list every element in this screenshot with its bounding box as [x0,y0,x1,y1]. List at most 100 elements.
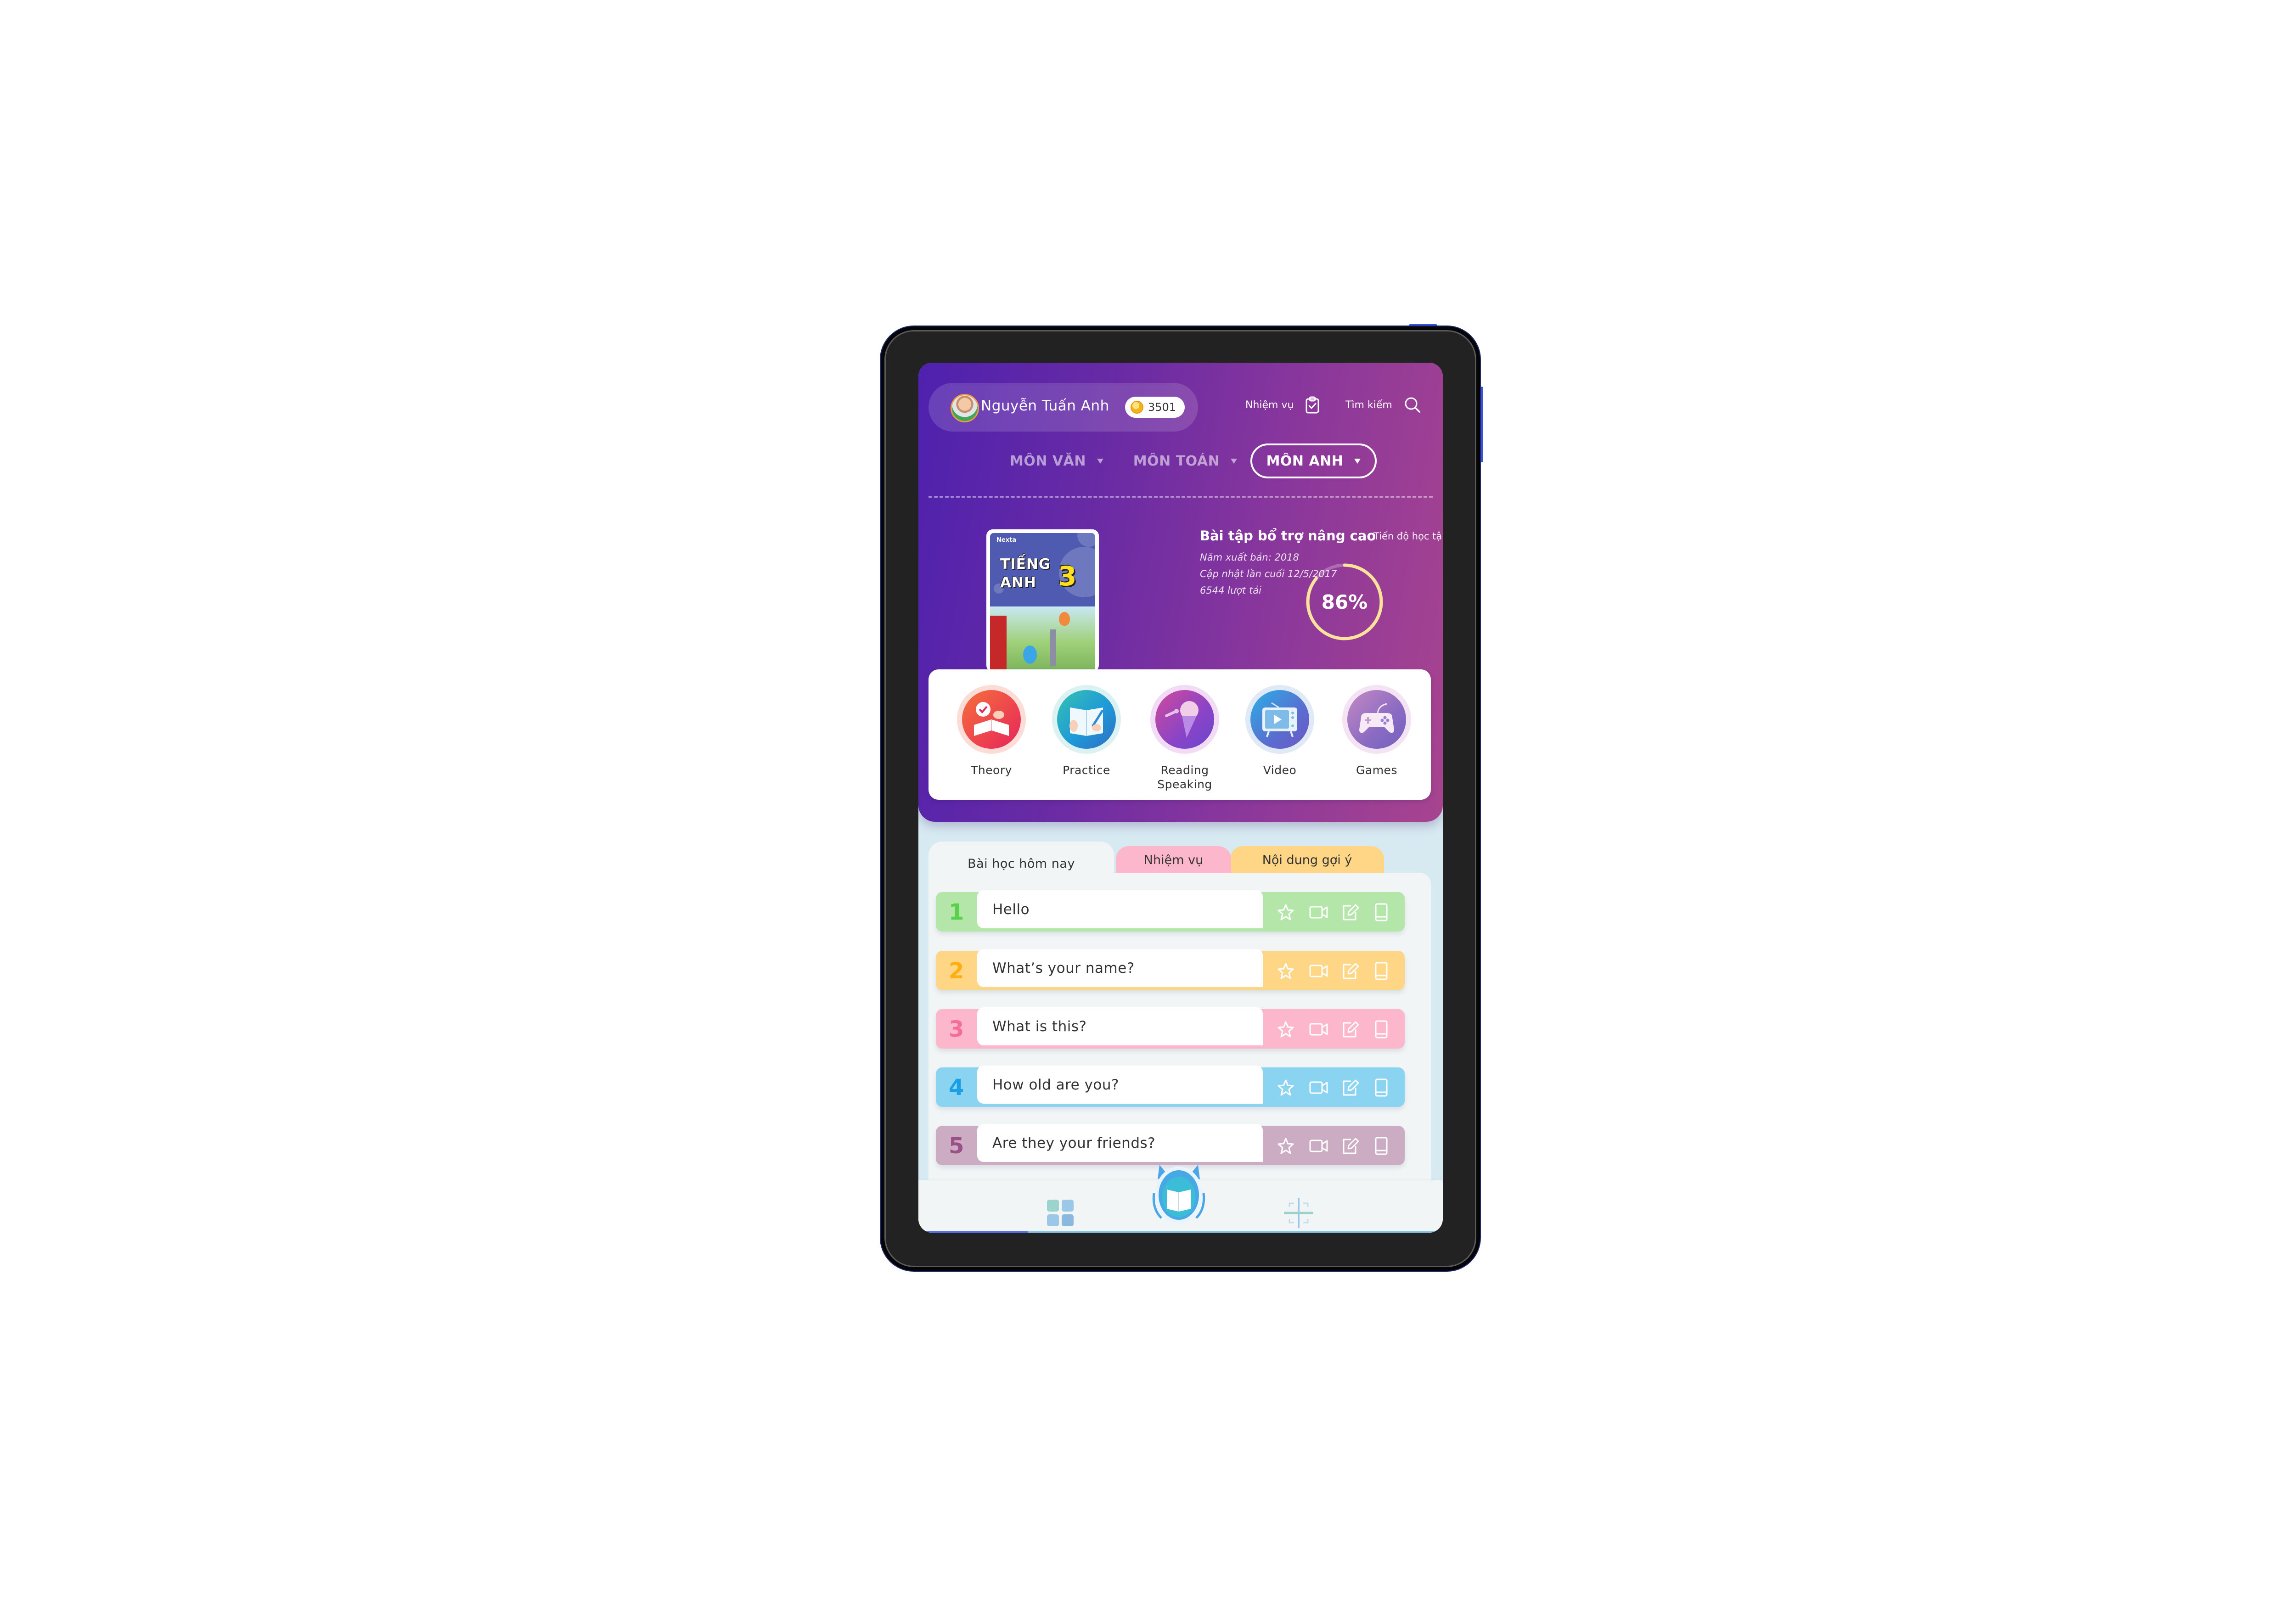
subject-tabs: MÔN VĂN MÔN TOÁN MÔN ANH [918,443,1443,478]
lesson-number: 3 [949,1016,964,1042]
star-icon[interactable] [1277,1136,1295,1156]
star-icon[interactable] [1277,961,1295,981]
star-icon[interactable] [1277,1019,1295,1039]
lesson-row[interactable]: 3 What is this? [936,1007,1405,1049]
tab-today-lessons[interactable]: Bài học hôm nay [929,842,1114,897]
mascot-book-icon[interactable] [1150,1159,1207,1228]
book-icon[interactable] [1373,1078,1391,1098]
book-cover-top: Nexta TIẾNG ANH 3 [990,533,1095,606]
user-profile[interactable]: Nguyễn Tuấn Anh 3501 [929,383,1198,432]
book-grade: 3 [1058,561,1077,592]
lesson-title[interactable]: What is this? [977,1007,1263,1045]
tasks-label: Nhiệm vụ [1245,399,1294,411]
book-icon[interactable] [1373,961,1391,981]
bottom-nav [918,1165,1443,1233]
user-avatar[interactable] [951,394,979,422]
book-cover-title-line2: ANH [1000,574,1036,591]
caret-down-icon [1231,458,1238,464]
practice-notebook-icon [1057,690,1116,749]
progress-indicator [918,1231,1028,1233]
lesson-actions [1277,1078,1391,1098]
lesson-title[interactable]: Hello [977,890,1263,928]
book-icon[interactable] [1373,1136,1391,1156]
lesson-title[interactable]: Are they your friends? [977,1124,1263,1162]
video-camera-icon[interactable] [1309,1136,1328,1156]
lesson-actions [1277,1019,1391,1039]
star-icon[interactable] [1277,1078,1295,1098]
subject-tab-label: MÔN TOÁN [1133,453,1220,469]
scan-icon[interactable] [1284,1198,1313,1228]
lesson-number: 5 [949,1133,964,1159]
subject-tab-label: MÔN ANH [1266,453,1344,469]
search-icon [1405,397,1420,413]
video-camera-icon[interactable] [1309,1078,1328,1098]
edit-icon[interactable] [1341,1078,1359,1098]
video-camera-icon[interactable] [1309,1019,1328,1039]
book-brand: Nexta [996,537,1017,544]
lesson-number: 4 [949,1075,964,1100]
caret-down-icon [1097,458,1103,464]
feature-practice[interactable]: Practice [1045,685,1128,777]
subject-tab-toan[interactable]: MÔN TOÁN [1132,443,1238,478]
coin-badge[interactable]: 3501 [1125,397,1185,418]
book-published: Năm xuất bản: 2018 [1200,552,1299,563]
clipboard-check-icon [1306,396,1319,414]
lesson-actions [1277,902,1391,922]
search-link[interactable]: Tìm kiếm [1345,396,1421,414]
theory-book-icon [962,690,1021,749]
book-cover-illustration [990,606,1095,672]
lesson-actions [1277,1136,1391,1156]
edit-icon[interactable] [1341,902,1359,922]
lesson-number: 2 [949,958,964,984]
feature-games[interactable]: Games [1335,685,1418,777]
volume-button [1480,387,1483,462]
header: Nguyễn Tuấn Anh 3501 Nhiệm vụ Tìm kiếm M… [918,363,1443,822]
edit-icon[interactable] [1341,1136,1359,1156]
feature-label-line2: Speaking [1157,778,1212,791]
book-cover-title-line1: TIẾNG [1000,556,1051,573]
lesson-row[interactable]: 1 Hello [936,890,1405,932]
feature-theory[interactable]: Theory [950,685,1033,777]
subject-tab-anh[interactable]: MÔN ANH [1250,443,1377,478]
subject-tab-van[interactable]: MÔN VĂN [1008,443,1105,478]
coin-icon [1131,401,1143,414]
divider [929,496,1433,498]
star-icon[interactable] [1277,902,1295,922]
feature-label: Reading Speaking [1143,763,1226,791]
book-downloads: 6544 lượt tải [1200,585,1261,596]
tasks-link[interactable]: Nhiệm vụ [1245,396,1319,414]
edit-icon[interactable] [1341,961,1359,981]
book-cover-title: TIẾNG ANH [1000,555,1051,592]
microphone-icon [1155,690,1214,749]
user-name: Nguyễn Tuấn Anh [981,398,1109,414]
lesson-title[interactable]: What’s your name? [977,949,1263,987]
tv-play-icon [1250,690,1309,749]
subject-tab-label: MÔN VĂN [1010,453,1086,469]
book-title: Bài tập bổ trợ nâng cao [1200,528,1376,544]
progress-label: Tiến độ học tập [1373,531,1443,542]
app-screen: Nguyễn Tuấn Anh 3501 Nhiệm vụ Tìm kiếm M… [918,363,1443,1233]
feature-label: Theory [971,763,1012,777]
lesson-row[interactable]: 2 What’s your name? [936,949,1405,990]
book-cover[interactable]: Nexta TIẾNG ANH 3 [986,529,1099,672]
gamepad-icon [1347,690,1406,749]
book-icon[interactable] [1373,1019,1391,1039]
lesson-row[interactable]: 4 How old are you? [936,1066,1405,1107]
feature-label: Games [1356,763,1397,777]
lesson-actions [1277,961,1391,981]
search-label: Tìm kiếm [1345,399,1392,411]
feature-reading-speaking[interactable]: Reading Speaking [1143,685,1226,791]
book-icon[interactable] [1373,902,1391,922]
video-camera-icon[interactable] [1309,961,1328,981]
progress-percent: 86% [1321,590,1368,613]
edit-icon[interactable] [1341,1019,1359,1039]
caret-down-icon [1354,458,1361,464]
lesson-title[interactable]: How old are you? [977,1066,1263,1104]
video-camera-icon[interactable] [1309,902,1328,922]
feature-label-line1: Reading [1160,763,1209,777]
feature-menu: Theory Practice Reading Speaking Video G… [929,669,1431,800]
tab-suggested-content[interactable]: Nội dung gợi ý [1230,846,1384,874]
grid-icon[interactable] [1046,1199,1075,1227]
feature-video[interactable]: Video [1238,685,1321,777]
tab-tasks[interactable]: Nhiệm vụ [1116,846,1231,874]
